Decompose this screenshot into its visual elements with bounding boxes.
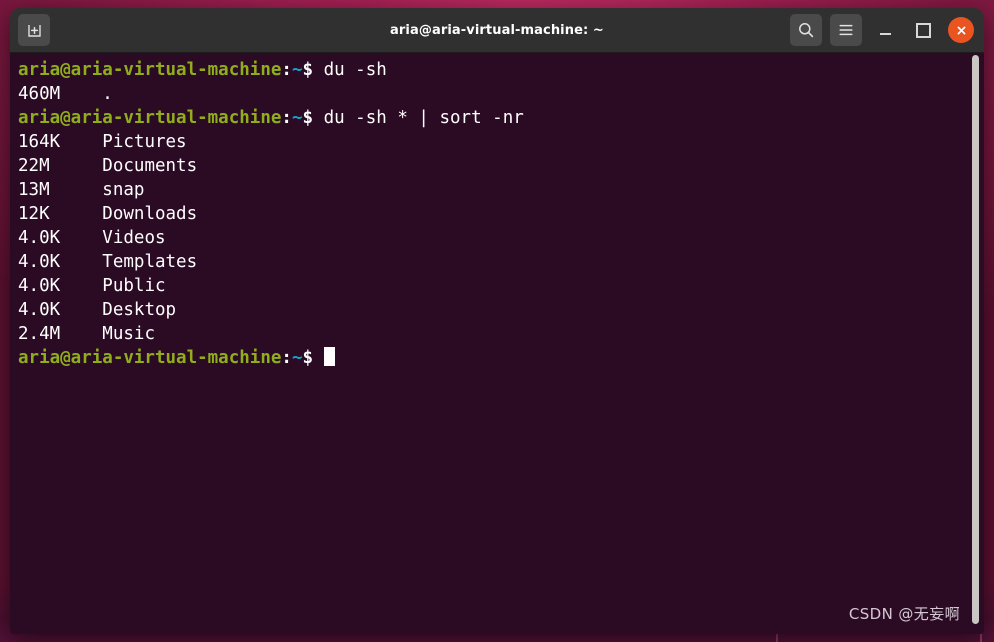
output-size: 12K: [18, 204, 103, 224]
terminal-command: du -sh * | sort -nr: [323, 108, 524, 128]
terminal-prompt-line: aria@aria-virtual-machine:~$ du -sh * | …: [18, 106, 968, 130]
output-size: 13M: [18, 180, 103, 200]
prompt-colon: :: [281, 60, 292, 80]
terminal-output-line: 4.0K Templates: [18, 250, 968, 274]
titlebar: aria@aria-virtual-machine: ~: [10, 8, 984, 53]
prompt-path: ~: [291, 60, 303, 80]
prompt-dollar: $: [302, 108, 324, 128]
terminal-output-line: 2.4M Music: [18, 322, 968, 346]
output-name: Music: [102, 324, 155, 344]
output-size: 4.0K: [18, 276, 103, 296]
terminal-output-line: 4.0K Videos: [18, 226, 968, 250]
terminal-body[interactable]: aria@aria-virtual-machine:~$ du -sh 460M …: [10, 53, 984, 634]
output-size: 22M: [18, 156, 103, 176]
output-name: Videos: [102, 228, 166, 248]
output-name: snap: [102, 180, 145, 200]
terminal-output-line: 22M Documents: [18, 154, 968, 178]
output-name: Downloads: [102, 204, 198, 224]
output-size: 460M: [18, 84, 103, 104]
new-tab-button[interactable]: [18, 14, 50, 46]
terminal-output-line: 460M .: [18, 82, 968, 106]
prompt-user-host: aria@aria-virtual-machine: [18, 108, 282, 128]
prompt-colon: :: [281, 108, 292, 128]
new-tab-icon: [27, 24, 41, 37]
output-size: 4.0K: [18, 228, 103, 248]
prompt-path: ~: [291, 108, 303, 128]
output-size: 4.0K: [18, 252, 103, 272]
terminal-command: du -sh: [323, 60, 387, 80]
terminal-prompt-line: aria@aria-virtual-machine:~$: [18, 346, 968, 370]
output-name: .: [102, 84, 113, 104]
maximize-button[interactable]: [908, 15, 938, 45]
output-name: Documents: [102, 156, 198, 176]
terminal-window: aria@aria-virtual-machine: ~ aria@aria-v…: [10, 8, 984, 634]
terminal-cursor: [323, 347, 335, 366]
prompt-user-host: aria@aria-virtual-machine: [18, 60, 282, 80]
prompt-colon: :: [281, 348, 292, 368]
maximize-icon: [915, 22, 931, 38]
output-name: Pictures: [102, 132, 187, 152]
menu-button[interactable]: [830, 14, 862, 46]
desktop-background: aria@aria-virtual-machine: ~ aria@aria-v…: [0, 0, 994, 642]
prompt-user-host: aria@aria-virtual-machine: [18, 348, 282, 368]
close-icon: [957, 26, 965, 34]
prompt-path: ~: [291, 348, 303, 368]
close-button-wrap[interactable]: [946, 15, 976, 45]
titlebar-controls: [790, 14, 976, 46]
output-size: 2.4M: [18, 324, 103, 344]
terminal-output-line: 4.0K Public: [18, 274, 968, 298]
prompt-dollar: $: [302, 348, 324, 368]
terminal-output-line: 12K Downloads: [18, 202, 968, 226]
output-size: 164K: [18, 132, 103, 152]
hamburger-menu-icon: [839, 24, 853, 36]
close-button[interactable]: [948, 17, 974, 43]
output-name: Public: [102, 276, 166, 296]
search-icon: [799, 23, 814, 38]
output-name: Templates: [102, 252, 198, 272]
search-button[interactable]: [790, 14, 822, 46]
scrollbar[interactable]: [968, 53, 982, 634]
prompt-dollar: $: [302, 60, 324, 80]
terminal-output-line: 4.0K Desktop: [18, 298, 968, 322]
terminal-prompt-line: aria@aria-virtual-machine:~$ du -sh: [18, 58, 968, 82]
output-size: 4.0K: [18, 300, 103, 320]
terminal-screen[interactable]: aria@aria-virtual-machine:~$ du -sh 460M …: [10, 53, 968, 634]
terminal-output-line: 13M snap: [18, 178, 968, 202]
scrollbar-thumb[interactable]: [972, 55, 979, 625]
minimize-icon: [879, 33, 891, 35]
minimize-button[interactable]: [870, 15, 900, 45]
output-name: Desktop: [102, 300, 177, 320]
terminal-output-line: 164K Pictures: [18, 130, 968, 154]
